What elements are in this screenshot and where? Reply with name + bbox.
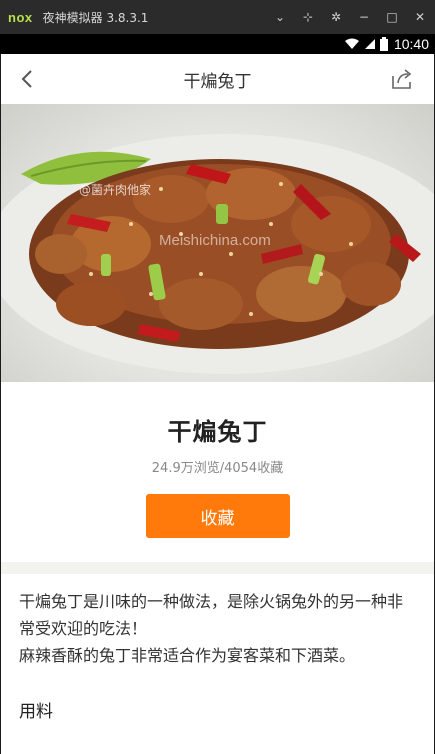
ingredients-heading: 用料 bbox=[19, 702, 53, 722]
emulator-title-bar: nox 夜神模拟器 3.8.3.1 ⌄ ⊹ ✲ − □ ✕ bbox=[0, 0, 435, 34]
close-icon[interactable]: ✕ bbox=[413, 10, 427, 24]
favorite-button[interactable]: 收藏 bbox=[145, 494, 290, 538]
emulator-logo: nox bbox=[8, 9, 33, 25]
section-divider bbox=[1, 562, 434, 574]
recipe-photo: @菌卉肉他家 Meishichina.com bbox=[1, 104, 434, 382]
pin-icon[interactable]: ⊹ bbox=[301, 10, 315, 24]
site-watermark: Meishichina.com bbox=[159, 232, 271, 249]
minimize-icon[interactable]: − bbox=[357, 10, 371, 24]
chevron-down-icon[interactable]: ⌄ bbox=[273, 10, 287, 24]
wifi-icon bbox=[344, 38, 359, 49]
maximize-icon[interactable]: □ bbox=[385, 10, 399, 24]
app-header: 干煸兔丁 bbox=[1, 54, 434, 104]
status-time: 10:40 bbox=[393, 36, 429, 52]
recipe-description: 干煸兔丁是川味的一种做法，是除火锅兔外的另一种非常受欢迎的吃法！ 麻辣香酥的兔丁… bbox=[1, 574, 434, 669]
recipe-info: 干煸兔丁 24.9万浏览/4054收藏 收藏 bbox=[1, 382, 434, 562]
status-bar: 10:40 bbox=[0, 34, 435, 54]
gear-icon[interactable]: ✲ bbox=[329, 10, 343, 24]
status-icons bbox=[344, 37, 388, 51]
emulator-title: 夜神模拟器 3.8.3.1 bbox=[42, 10, 149, 25]
description-line-1: 干煸兔丁是川味的一种做法，是除火锅兔外的另一种非常受欢迎的吃法！ bbox=[19, 592, 404, 638]
recipe-stats: 24.9万浏览/4054收藏 bbox=[151, 461, 284, 476]
battery-icon bbox=[379, 37, 388, 51]
back-icon[interactable] bbox=[17, 68, 39, 90]
share-icon[interactable] bbox=[390, 67, 414, 91]
signal-icon bbox=[364, 39, 375, 49]
app-screen: 干煸兔丁 @菌卉肉他家 Meishichina.com 干煸兔丁 24.9万浏览… bbox=[1, 54, 434, 754]
photo-watermark: @菌卉肉他家 bbox=[79, 183, 152, 197]
header-title: 干煸兔丁 bbox=[183, 71, 252, 92]
description-line-2: 麻辣香酥的兔丁非常适合作为宴客菜和下酒菜。 bbox=[19, 646, 356, 665]
recipe-name: 干煸兔丁 bbox=[167, 418, 268, 446]
emulator-controls: ⌄ ⊹ ✲ − □ ✕ bbox=[273, 0, 427, 34]
